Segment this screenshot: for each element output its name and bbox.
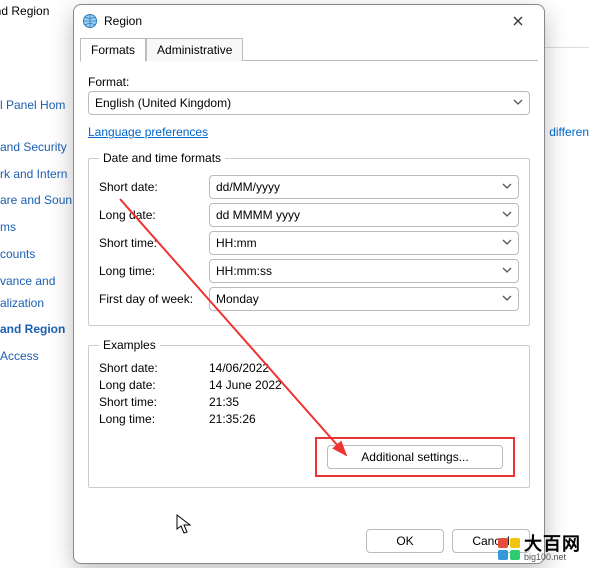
region-dialog: Region Formats Administrative Format: En… xyxy=(73,4,545,564)
ex-short-time-label: Short time: xyxy=(99,395,209,409)
short-date-select[interactable]: dd/MM/yyyy xyxy=(209,175,519,199)
ex-long-time-value: 21:35:26 xyxy=(209,412,256,426)
datetime-formats-group: Date and time formats Short date: dd/MM/… xyxy=(88,151,530,326)
chevron-down-icon xyxy=(502,236,512,250)
examples-legend: Examples xyxy=(99,338,160,352)
close-button[interactable] xyxy=(500,7,536,35)
short-date-value: dd/MM/yyyy xyxy=(216,180,280,194)
ok-button[interactable]: OK xyxy=(366,529,444,553)
watermark: 大百网 big100.net xyxy=(498,535,581,562)
ex-short-time-value: 21:35 xyxy=(209,395,239,409)
watermark-title: 大百网 xyxy=(524,535,581,553)
format-value: English (United Kingdom) xyxy=(95,96,231,110)
ex-long-date-value: 14 June 2022 xyxy=(209,378,282,392)
dialog-footer: OK Cancel xyxy=(74,519,544,563)
chevron-down-icon xyxy=(513,96,523,110)
annotation-highlight: Additional settings... xyxy=(315,437,515,477)
dialog-title: Region xyxy=(104,14,500,28)
examples-group: Examples Short date: 14/06/2022 Long dat… xyxy=(88,338,530,488)
ex-long-time-label: Long time: xyxy=(99,412,209,426)
short-time-value: HH:mm xyxy=(216,236,257,250)
globe-icon xyxy=(82,13,98,29)
chevron-down-icon xyxy=(502,292,512,306)
chevron-down-icon xyxy=(502,180,512,194)
ex-short-date-label: Short date: xyxy=(99,361,209,375)
first-day-label: First day of week: xyxy=(99,292,209,306)
first-day-select[interactable]: Monday xyxy=(209,287,519,311)
titlebar: Region xyxy=(74,5,544,37)
watermark-logo-icon xyxy=(498,538,520,560)
short-time-label: Short time: xyxy=(99,236,209,250)
long-date-label: Long date: xyxy=(99,208,209,222)
tab-administrative[interactable]: Administrative xyxy=(146,38,243,61)
watermark-url: big100.net xyxy=(524,553,581,562)
long-date-select[interactable]: dd MMMM yyyy xyxy=(209,203,519,227)
dialog-body: Format: English (United Kingdom) Languag… xyxy=(74,61,544,519)
tab-strip: Formats Administrative xyxy=(74,37,544,61)
format-select[interactable]: English (United Kingdom) xyxy=(88,91,530,115)
additional-settings-button[interactable]: Additional settings... xyxy=(327,445,503,469)
datetime-formats-legend: Date and time formats xyxy=(99,151,225,165)
ex-long-date-label: Long date: xyxy=(99,378,209,392)
chevron-down-icon xyxy=(502,264,512,278)
long-date-value: dd MMMM yyyy xyxy=(216,208,300,222)
long-time-select[interactable]: HH:mm:ss xyxy=(209,259,519,283)
format-label: Format: xyxy=(88,75,530,89)
tab-formats[interactable]: Formats xyxy=(80,38,146,62)
background-right-link[interactable]: differen xyxy=(549,125,589,139)
long-time-value: HH:mm:ss xyxy=(216,264,272,278)
ex-short-date-value: 14/06/2022 xyxy=(209,361,269,375)
short-time-select[interactable]: HH:mm xyxy=(209,231,519,255)
first-day-value: Monday xyxy=(216,292,259,306)
language-preferences-link[interactable]: Language preferences xyxy=(88,125,208,139)
short-date-label: Short date: xyxy=(99,180,209,194)
chevron-down-icon xyxy=(502,208,512,222)
long-time-label: Long time: xyxy=(99,264,209,278)
